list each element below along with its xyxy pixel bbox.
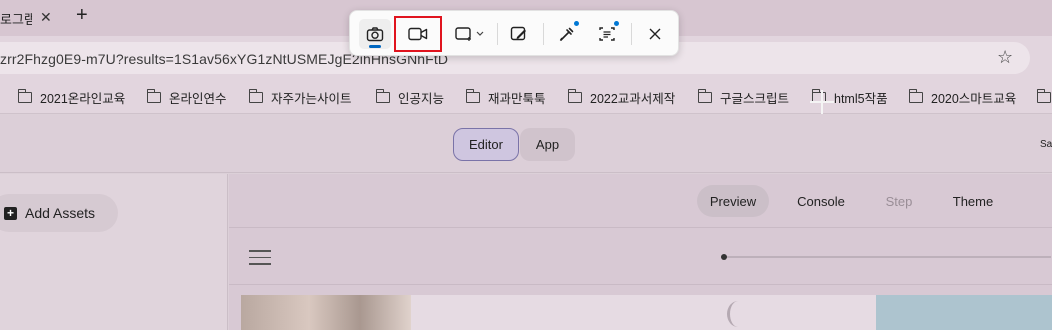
folder-icon: [567, 88, 582, 103]
tab-editor[interactable]: Editor: [453, 128, 519, 161]
screenshot-mode-button[interactable]: [359, 19, 391, 49]
edit-image-icon: [510, 26, 526, 41]
rectangle-select-icon: [455, 27, 484, 41]
tab-theme[interactable]: Theme: [947, 185, 999, 217]
folder-icon: [375, 88, 390, 103]
bookmark-star-icon[interactable]: ☆: [997, 47, 1013, 68]
folder-icon: [17, 88, 32, 103]
folder-icon: [465, 88, 480, 103]
tab-title: 로그램: [0, 11, 32, 27]
crosshair-cursor-icon: [810, 90, 834, 114]
toolbar-divider: [631, 23, 632, 45]
tab-console[interactable]: Console: [789, 185, 853, 217]
bookmark-label: 2022교과서제작: [590, 91, 676, 106]
preview-content: [241, 295, 1052, 330]
preview-image-right: [876, 295, 1052, 330]
text-action-button[interactable]: [592, 19, 622, 49]
edit-image-button[interactable]: [504, 19, 534, 49]
folder-icon: [697, 88, 712, 103]
bookmark-label: 재과만툭툭: [488, 91, 546, 106]
preview-image-left: [241, 295, 411, 330]
color-picker-button[interactable]: [552, 19, 582, 49]
bookmark-folder-overflow[interactable]: [1036, 88, 1052, 106]
folder-icon: [248, 88, 263, 103]
bookmark-label: 자주가는사이트: [271, 91, 352, 106]
app-header: Editor App Sa: [0, 115, 1052, 173]
add-assets-button[interactable]: + Add Assets: [0, 194, 118, 232]
camera-icon: [366, 27, 384, 42]
bookmark-folder[interactable]: 온라인연수: [146, 88, 227, 106]
bookmark-folder[interactable]: 2021온라인교육: [17, 88, 126, 106]
bookmark-label: 온라인연수: [169, 91, 227, 106]
preview-header: [229, 229, 1052, 285]
bookmark-folder[interactable]: 자주가는사이트: [248, 88, 352, 106]
folder-icon: [146, 88, 161, 103]
bookmark-folder[interactable]: 2022교과서제작: [567, 88, 676, 106]
tab-app[interactable]: App: [520, 128, 575, 161]
video-mode-button[interactable]: [394, 16, 442, 52]
header-right-action[interactable]: Sa: [1040, 139, 1052, 150]
snip-shape-dropdown[interactable]: [450, 19, 490, 49]
toolbar-divider: [543, 23, 544, 45]
tab-step[interactable]: Step: [879, 185, 919, 217]
new-tab-button[interactable]: +: [76, 4, 88, 27]
bookmark-folder[interactable]: 구글스크립트: [697, 88, 790, 106]
text-extract-icon: [599, 27, 615, 41]
browser-tab[interactable]: 로그램 ✕: [0, 0, 58, 36]
bookmark-folder[interactable]: 재과만툭툭: [465, 88, 546, 106]
progress-indicator: [721, 254, 727, 260]
close-button[interactable]: [640, 19, 670, 49]
assets-panel: + Add Assets: [0, 174, 228, 330]
moon-graphic: [727, 301, 749, 327]
bookmarks-bar: 2021온라인교육 온라인연수 자주가는사이트 인공지능 재과만툭툭 2022교…: [0, 80, 1052, 114]
toolbar-divider: [497, 23, 498, 45]
add-assets-label: Add Assets: [25, 205, 96, 221]
bookmark-label: 구글스크립트: [720, 91, 790, 106]
bookmark-label: 인공지능: [398, 91, 445, 106]
hamburger-menu-icon[interactable]: [249, 250, 271, 265]
snipping-toolbar: [349, 10, 679, 56]
bookmark-folder[interactable]: 인공지능: [375, 88, 445, 106]
tab-preview[interactable]: Preview: [697, 185, 769, 217]
preview-pane: Preview Console Step Theme: [229, 174, 1052, 330]
folder-icon: [1036, 88, 1051, 103]
plus-icon: +: [4, 206, 17, 220]
bookmark-folder[interactable]: 2020스마트교육: [908, 88, 1017, 106]
selected-indicator: [369, 45, 381, 48]
new-feature-dot: [574, 21, 579, 26]
new-feature-dot: [614, 21, 619, 26]
close-icon: [649, 28, 661, 40]
video-camera-icon: [408, 27, 428, 41]
preview-nav: Preview Console Step Theme: [229, 174, 1052, 228]
folder-icon: [908, 88, 923, 103]
bookmark-label: 2021온라인교육: [40, 91, 126, 106]
bookmark-label: 2020스마트교육: [931, 91, 1017, 106]
progress-bar: [721, 254, 1051, 260]
preview-image-center: [411, 295, 876, 330]
bookmark-label: html5작품: [834, 91, 888, 106]
color-picker-icon: [559, 27, 574, 41]
tab-close-icon[interactable]: ✕: [40, 9, 52, 26]
